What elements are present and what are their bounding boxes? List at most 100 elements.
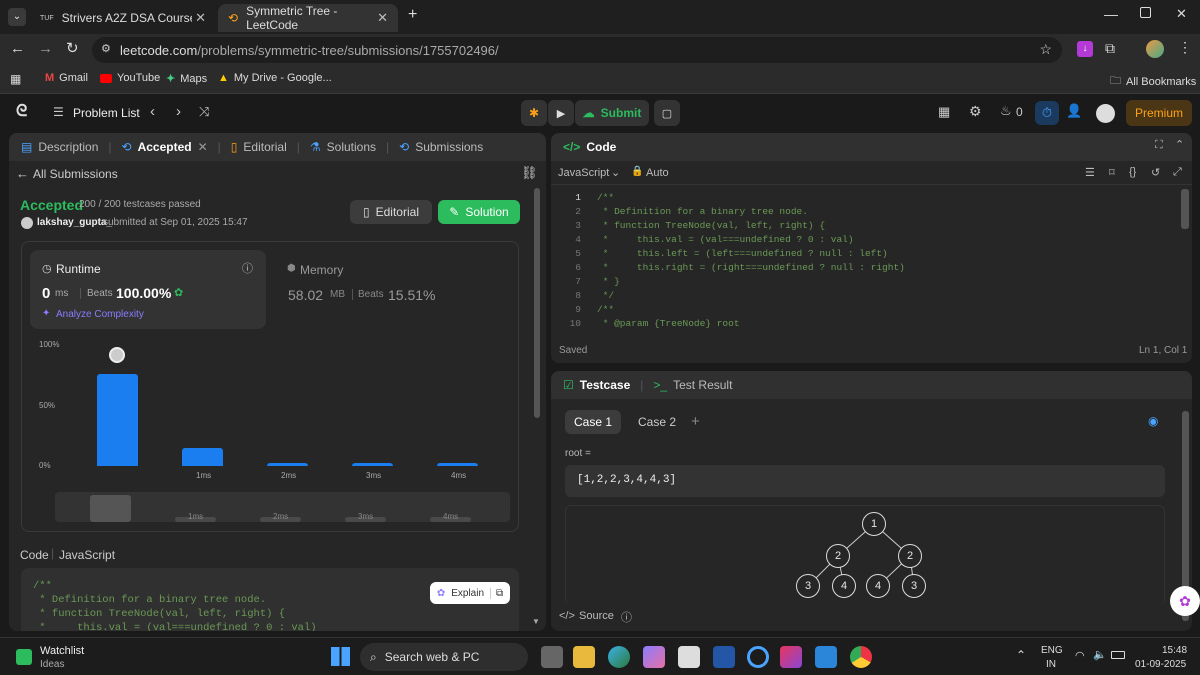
clock-time[interactable]: 15:48 (1162, 645, 1187, 656)
bookmark-youtube[interactable]: YouTube (100, 72, 160, 84)
extensions-icon[interactable]: ⧉ (1105, 40, 1115, 57)
braces-icon[interactable]: {} (1129, 166, 1136, 178)
debug-button[interactable]: ✱ (521, 100, 547, 126)
expand-icon[interactable]: ⛶ (1155, 139, 1163, 152)
bookmark-icon[interactable]: ⌑ (1109, 166, 1115, 179)
profile-avatar[interactable] (1146, 40, 1164, 58)
forward-icon[interactable]: → (38, 40, 53, 57)
runtime-bar-2ms[interactable] (267, 462, 308, 466)
add-case-icon[interactable]: + (691, 413, 700, 430)
floating-assistant-icon[interactable]: ✿ (1170, 586, 1200, 616)
shuffle-icon[interactable]: ⤨ (199, 104, 209, 120)
learn-app-icon[interactable] (713, 646, 735, 668)
explain-button[interactable]: ✿ Explain ⧉ (430, 582, 510, 604)
your-submission-avatar[interactable] (109, 347, 125, 364)
timer-button[interactable]: ⏱ (1035, 101, 1059, 125)
download-icon[interactable]: ↓ (1077, 41, 1093, 57)
input-field[interactable]: [1,2,2,3,4,4,3] (565, 465, 1165, 497)
reset-icon[interactable]: ↺ (1151, 166, 1160, 179)
prev-problem-icon[interactable]: ‹ (150, 103, 155, 120)
back-icon[interactable]: ← (10, 40, 25, 57)
stocks-icon[interactable] (16, 649, 32, 665)
language-code[interactable]: ENG (1041, 645, 1063, 656)
settings-icon[interactable]: ⚙ (969, 103, 982, 120)
user-avatar[interactable] (1096, 104, 1115, 123)
editorial-button[interactable]: ▯ Editorial (350, 200, 432, 224)
tab-submissions[interactable]: Submissions (415, 140, 483, 154)
tab-testcase[interactable]: Testcase (580, 378, 630, 392)
format-icon[interactable]: ☰ (1085, 166, 1095, 179)
edge-icon[interactable] (608, 646, 630, 668)
tab-accepted[interactable]: Accepted (138, 140, 192, 154)
minimize-icon[interactable]: — (1104, 6, 1118, 22)
all-bookmarks[interactable]: 🗀 All Bookmarks (1110, 72, 1196, 91)
problem-list-button[interactable]: Problem List (73, 106, 140, 120)
taskbar-search[interactable]: ⌕ Search web & PC (360, 643, 528, 671)
next-problem-icon[interactable]: › (176, 103, 181, 120)
tab-solutions[interactable]: Solutions (327, 140, 376, 154)
tray-chevron-icon[interactable]: ⌃ (1016, 648, 1026, 662)
store-icon[interactable] (678, 646, 700, 668)
tab-test-result[interactable]: Test Result (673, 378, 732, 392)
copy-icon[interactable]: ⧉ (490, 587, 503, 599)
submit-button[interactable]: ☁ Submit (575, 100, 649, 126)
runtime-bar-3ms[interactable] (352, 462, 393, 466)
case-1-tab[interactable]: Case 1 (565, 410, 621, 434)
streak-icon[interactable]: ♨ (1000, 103, 1012, 119)
url-field[interactable]: ⚙ leetcode.com/problems/symmetric-tree/s… (92, 37, 1062, 63)
wifi-icon[interactable]: ◠ (1075, 649, 1085, 662)
menu-icon[interactable]: ⋮ (1178, 39, 1192, 56)
tab-description[interactable]: Description (38, 140, 98, 154)
help-icon[interactable]: ⓘ (621, 609, 632, 625)
close-icon[interactable]: ✕ (377, 10, 388, 26)
eye-icon[interactable]: ◉ (1148, 414, 1158, 428)
task-view-icon[interactable] (541, 646, 563, 668)
bookmark-maps[interactable]: ✦ Maps (166, 72, 207, 86)
run-button[interactable]: ▶ (548, 100, 574, 126)
new-tab-icon[interactable]: + (408, 6, 417, 24)
reload-icon[interactable]: ↻ (66, 39, 79, 57)
close-tab-icon[interactable]: ✕ (198, 140, 208, 154)
editor-scrollbar[interactable] (1181, 189, 1189, 229)
layout-icon[interactable]: ▦ (938, 104, 950, 120)
vscode-icon[interactable] (815, 646, 837, 668)
memory-card[interactable]: ⬢ Memory 58.02 MB Beats 15.51% (278, 250, 508, 329)
site-info-icon[interactable]: ⚙ (101, 42, 111, 55)
file-explorer-icon[interactable] (573, 646, 595, 668)
solution-button[interactable]: ✎ Solution (438, 200, 520, 224)
submitter-name[interactable]: lakshay_gupta_ (37, 217, 112, 228)
case-2-tab[interactable]: Case 2 (629, 410, 685, 434)
runtime-bar-1ms[interactable] (182, 447, 223, 466)
browser-tab-leetcode[interactable]: ⟲ Symmetric Tree - LeetCode ✕ (218, 4, 398, 32)
windows-start-icon[interactable] (331, 647, 350, 666)
analyze-complexity-link[interactable]: Analyze Complexity (56, 309, 144, 320)
volume-icon[interactable]: 🔈 (1093, 648, 1107, 661)
tab-editorial[interactable]: Editorial (243, 140, 286, 154)
apps-grid-icon[interactable]: ▦ (10, 72, 21, 86)
back-arrow-icon[interactable]: ← (16, 166, 29, 181)
battery-icon[interactable] (1111, 651, 1125, 659)
browser-tab-strivers[interactable]: TUF Strivers A2Z DSA Course/Sheet ✕ (30, 4, 216, 32)
collapse-icon[interactable]: ⌃ (1175, 138, 1184, 151)
scroll-down-icon[interactable]: ▼ (532, 617, 540, 626)
copilot-icon[interactable] (643, 646, 665, 668)
cortana-icon[interactable] (747, 646, 769, 668)
bookmark-drive[interactable]: ▲ My Drive - Google... (218, 72, 332, 84)
chart-range-minimap[interactable]: 1ms 2ms 3ms 4ms (55, 492, 510, 522)
code-area[interactable]: 1 /** 2 * Definition for a binary tree nod… (551, 191, 1176, 341)
watchlist-label[interactable]: Watchlist (40, 645, 84, 657)
chrome-icon[interactable] (850, 646, 872, 668)
premium-button[interactable]: Premium (1126, 100, 1192, 126)
maximize-icon[interactable] (1140, 7, 1151, 18)
info-icon[interactable]: ⓘ (242, 260, 253, 276)
bookmark-star-icon[interactable]: ☆ (1039, 41, 1052, 58)
runtime-card[interactable]: ◷ Runtime ⓘ 0 ms Beats 100.00% ✿ ✦ Analy… (30, 250, 266, 329)
close-icon[interactable]: ✕ (195, 10, 206, 26)
intellij-icon[interactable] (780, 646, 802, 668)
runtime-bar-4ms[interactable] (437, 462, 478, 466)
share-link-icon[interactable]: ⛓ (521, 165, 538, 181)
leetcode-logo-icon[interactable]: ᘓ (16, 103, 27, 121)
fullscreen-icon[interactable]: ⤢ (1173, 166, 1182, 179)
add-friend-icon[interactable]: 👤 (1066, 103, 1082, 119)
all-submissions-link[interactable]: All Submissions (33, 167, 118, 181)
